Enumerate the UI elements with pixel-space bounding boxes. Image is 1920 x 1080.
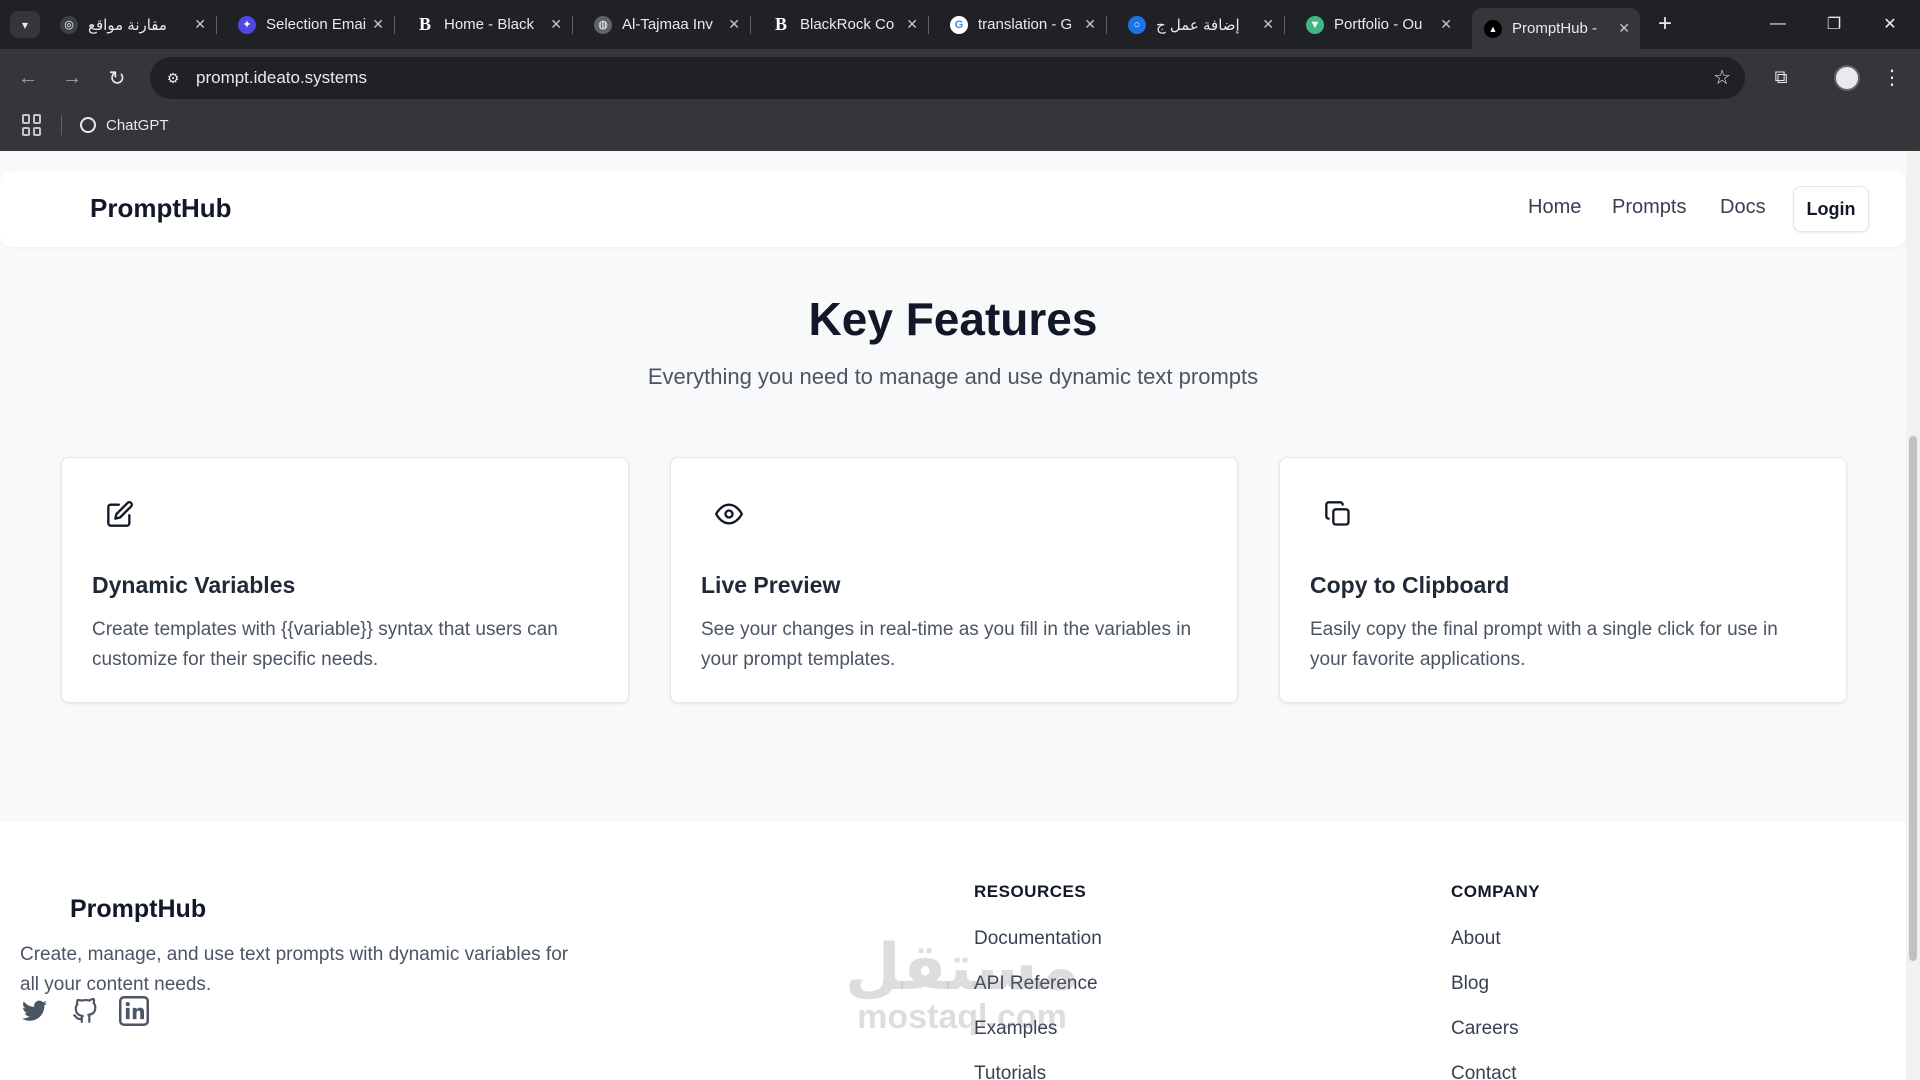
browser-tab-active[interactable]: ▲ PromptHub - ✕	[1472, 8, 1640, 49]
vue-icon: ▼	[1306, 15, 1324, 34]
section-subtitle: Everything you need to manage and use dy…	[647, 364, 1259, 389]
close-icon[interactable]: ✕	[372, 16, 384, 33]
reload-icon[interactable]: ↻	[102, 63, 132, 93]
nav-docs[interactable]: Docs	[1720, 196, 1766, 219]
feature-card: Live Preview See your changes in real-ti…	[670, 457, 1238, 703]
site-logo[interactable]: PromptHub	[90, 193, 232, 224]
bookmarks-divider	[61, 115, 62, 135]
google-icon: G	[950, 15, 968, 34]
tab-label: BlackRock Co	[800, 16, 895, 33]
b-letter-icon: B	[416, 14, 434, 34]
page-scrollbar[interactable]	[1906, 151, 1920, 1080]
triangle-icon: ▲	[1484, 19, 1502, 38]
footer-link-contact[interactable]: Contact	[1451, 1063, 1516, 1080]
bookmarks-bar	[0, 107, 1920, 151]
footer-logo[interactable]: PromptHub	[70, 895, 206, 924]
browser-tab[interactable]: ○ إضافة عمل ج ✕	[1116, 8, 1285, 41]
close-icon[interactable]: ✕	[906, 16, 918, 33]
watermark-latin: mostaql.com	[857, 998, 1067, 1036]
globe-icon: ◍	[594, 15, 612, 34]
close-icon[interactable]: ✕	[1084, 16, 1096, 33]
copy-icon	[1325, 501, 1350, 526]
app-icon: ✦	[238, 15, 256, 34]
browser-tab[interactable]: ✦ Selection Email ✕	[226, 8, 395, 41]
twitter-icon[interactable]	[20, 996, 50, 1026]
bookmark-label: ChatGPT	[106, 116, 169, 134]
browser-menu-icon[interactable]: ⋮	[1882, 63, 1902, 91]
browser-tab[interactable]: B BlackRock Co ✕	[760, 8, 929, 41]
new-tab-button[interactable]: +	[1652, 10, 1678, 38]
close-icon[interactable]: ✕	[194, 16, 206, 33]
browser-tab[interactable]: B Home - Black ✕	[404, 8, 573, 41]
minimize-icon[interactable]: —	[1758, 10, 1798, 38]
footer-link-careers[interactable]: Careers	[1451, 1018, 1519, 1040]
browser-tab[interactable]: ◍ Al-Tajmaa Inv ✕	[582, 8, 751, 41]
section-title: Key Features	[808, 293, 1098, 345]
eye-icon	[715, 503, 743, 525]
feature-card: Copy to Clipboard Easily copy the final …	[1279, 457, 1847, 703]
b-letter-icon: B	[772, 14, 790, 34]
feature-description: Easily copy the final prompt with a sing…	[1310, 619, 1778, 670]
github-icon[interactable]	[70, 996, 100, 1026]
nav-home[interactable]: Home	[1528, 196, 1581, 219]
footer-link-blog[interactable]: Blog	[1451, 973, 1489, 995]
login-button[interactable]: Login	[1793, 186, 1869, 232]
feature-title: Dynamic Variables	[92, 572, 296, 598]
site-header: PromptHub Home Prompts Docs Login	[0, 171, 1906, 247]
bookmark-chatgpt[interactable]: ChatGPT	[80, 113, 169, 137]
close-icon[interactable]: ✕	[1262, 16, 1274, 33]
footer-heading-resources: RESOURCES	[974, 882, 1087, 901]
tab-label: Home - Black	[444, 16, 535, 33]
tab-label: Al-Tajmaa Inv	[622, 16, 713, 33]
tab-label: Selection Email	[266, 16, 366, 33]
tab-label: إضافة عمل ج	[1156, 16, 1240, 34]
browser-tab[interactable]: ◎ مقارنة مواقع ✕	[48, 8, 217, 41]
tab-search-button[interactable]: ▾	[10, 11, 40, 38]
footer-link-about[interactable]: About	[1451, 928, 1501, 950]
watermark-logo: مستقل mostaql.com	[842, 935, 1082, 1035]
browser-tab[interactable]: G translation - G ✕	[938, 8, 1107, 41]
footer-heading-company: COMPANY	[1451, 882, 1541, 901]
feature-description: See your changes in real-time as you fil…	[701, 619, 1192, 670]
tab-label: Portfolio - Ou	[1334, 16, 1423, 33]
feature-title: Live Preview	[701, 572, 841, 598]
scrollbar-thumb[interactable]	[1909, 436, 1917, 961]
feature-description: Create templates with {{variable}} synta…	[92, 619, 558, 670]
back-icon[interactable]: ←	[13, 63, 43, 93]
browser-chrome: ▾ ◎ مقارنة مواقع ✕ ✦ Selection Email ✕ B…	[0, 0, 1920, 151]
tab-label: translation - G	[978, 16, 1073, 33]
footer-link-tutorials[interactable]: Tutorials	[974, 1063, 1046, 1080]
forward-icon[interactable]: →	[57, 63, 87, 93]
tab-label: PromptHub -	[1512, 20, 1598, 37]
close-icon[interactable]: ✕	[728, 16, 740, 33]
url-text[interactable]: prompt.ideato.systems	[196, 68, 367, 88]
address-bar[interactable]: ⚙ prompt.ideato.systems ☆	[150, 57, 1745, 99]
extensions-icon[interactable]: ⧉	[1767, 63, 1795, 91]
chatgpt-icon: ◎	[60, 15, 78, 34]
bookmark-star-icon[interactable]: ☆	[1713, 65, 1731, 90]
tab-label: مقارنة مواقع	[88, 16, 167, 34]
browser-tab[interactable]: ▼ Portfolio - Ou ✕	[1294, 8, 1462, 41]
nav-prompts[interactable]: Prompts	[1612, 196, 1686, 219]
edit-icon	[107, 501, 133, 527]
circle-icon: ○	[1128, 15, 1146, 34]
close-icon[interactable]: ✕	[1618, 20, 1630, 37]
chatgpt-icon	[80, 117, 96, 133]
footer-description: Create, manage, and use text prompts wit…	[20, 944, 569, 995]
restore-icon[interactable]: ❐	[1814, 10, 1854, 38]
feature-title: Copy to Clipboard	[1310, 572, 1510, 598]
close-icon[interactable]: ✕	[550, 16, 562, 33]
tab-strip: ▾ ◎ مقارنة مواقع ✕ ✦ Selection Email ✕ B…	[0, 0, 1920, 49]
profile-avatar[interactable]	[1834, 65, 1860, 91]
site-info-icon[interactable]: ⚙	[162, 67, 184, 89]
apps-grid-icon[interactable]	[22, 114, 44, 136]
close-icon[interactable]: ✕	[1440, 16, 1452, 33]
watermark-arabic: مستقل	[844, 931, 1080, 1003]
linkedin-icon[interactable]	[119, 996, 149, 1026]
window-close-icon[interactable]: ✕	[1870, 10, 1910, 38]
browser-toolbar: ← → ↻ ⚙ prompt.ideato.systems ☆	[0, 49, 1920, 107]
feature-card: Dynamic Variables Create templates with …	[61, 457, 629, 703]
